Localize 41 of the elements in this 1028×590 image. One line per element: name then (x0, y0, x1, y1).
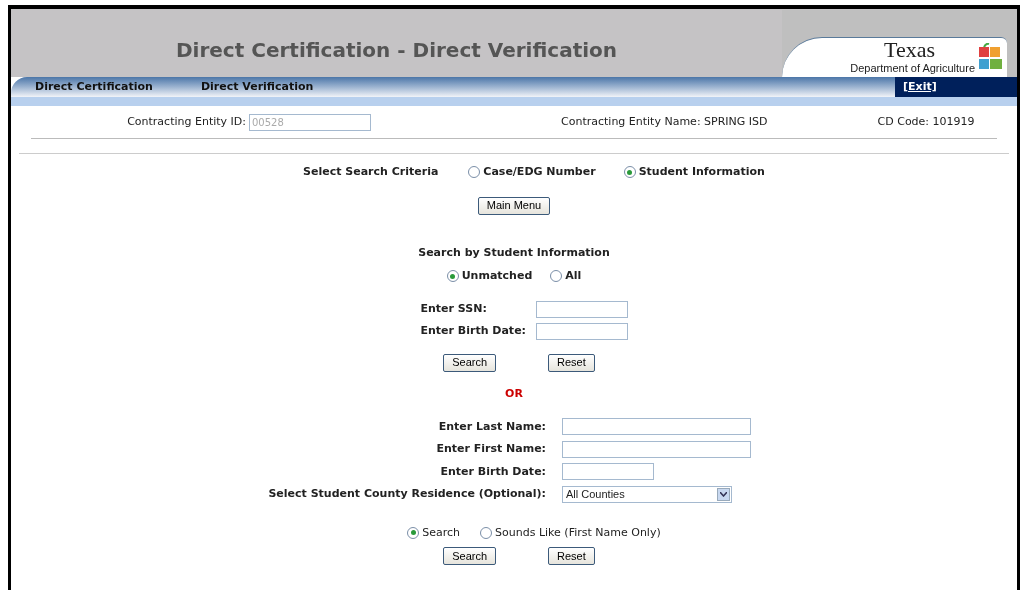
radio-label: Student Information (638, 164, 765, 180)
radio-button[interactable] (550, 270, 563, 283)
field-label: Enter Birth Date: (420, 322, 527, 339)
input-field[interactable] (562, 463, 654, 480)
input-field[interactable] (562, 440, 751, 458)
entity-name: Contracting Entity Name: SPRING ISD (561, 113, 768, 130)
logo-subtitle: Department of Agriculture (850, 62, 975, 74)
nav-link[interactable]: Direct Verification (200, 78, 314, 96)
radio-button[interactable] (623, 166, 636, 179)
section-heading: Search by Student Information (417, 244, 611, 261)
form-button[interactable]: Main Menu (477, 196, 551, 215)
field-label: Enter Last Name: (437, 418, 546, 435)
input-field[interactable] (535, 300, 628, 318)
radio-button[interactable] (468, 166, 481, 179)
field-label: Enter First Name: (435, 441, 546, 457)
radio-label: Case/EDG Number (483, 164, 596, 180)
form-button[interactable]: Search (443, 353, 497, 372)
radio-button[interactable] (407, 526, 420, 539)
page-title: Direct Certification - Direct Verification (174, 37, 619, 64)
criteria-label: Select Search Criteria (303, 164, 439, 180)
radio-label: Search (422, 524, 461, 541)
county-select[interactable]: All Counties (562, 485, 732, 503)
input-field[interactable] (562, 418, 751, 435)
radio-button[interactable] (480, 526, 493, 539)
form-button[interactable]: Reset (548, 353, 595, 372)
radio-label: Unmatched (461, 268, 533, 284)
radio-label: All (565, 268, 582, 284)
logo-title: Texas (884, 38, 936, 62)
field-label: Select Student County Residence (Optional): (267, 485, 546, 502)
dropdown-icon (717, 487, 730, 501)
field-label: Enter SSN: (420, 300, 488, 317)
radio-button[interactable] (446, 270, 459, 283)
form-button[interactable]: Reset (548, 547, 595, 565)
form-button[interactable]: Search (443, 547, 497, 565)
nav-link[interactable]: Direct Certification (35, 78, 153, 96)
input-field[interactable] (535, 322, 628, 340)
field-label: Contracting Entity ID: (127, 113, 246, 130)
field-label: Enter Birth Date: (439, 463, 546, 480)
or-divider-text: OR (504, 385, 524, 402)
radio-label: Sounds Like (First Name Only) (495, 524, 661, 541)
cd-code: CD Code: 101919 (877, 113, 975, 130)
